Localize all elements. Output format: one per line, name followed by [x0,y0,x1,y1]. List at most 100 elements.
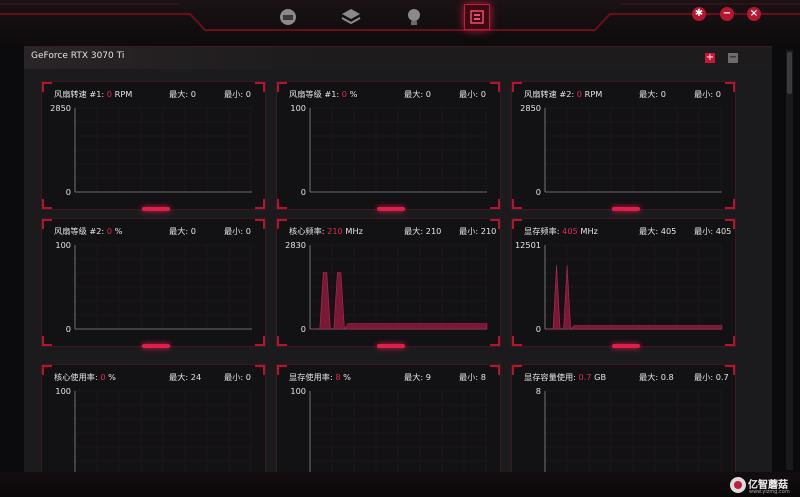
card-title: 风扇转速 #1: 0 RPM [54,88,132,100]
metric-unit: % [114,226,123,236]
y-axis-max: 100 [290,386,306,396]
metric-value: 0.7 [578,372,592,382]
metric-min: 最小: 405 [694,226,732,236]
card-title: 风扇转速 #2: 0 RPM [524,88,602,100]
settings-button[interactable]: ✱ [692,7,706,21]
dashboard-icon [280,9,296,25]
metric-chart: 2830 0 [285,240,488,334]
minus-icon: − [722,8,732,19]
metric-min: 最小: 210 [459,226,497,236]
y-axis-min: 0 [301,187,306,197]
plus-icon: + [705,52,715,63]
metric-unit: % [108,372,116,382]
close-button[interactable]: × [747,7,761,21]
metric-value: 0 [106,226,113,236]
minus-icon: − [728,52,738,63]
y-axis-max: 100 [55,240,71,250]
card-title: 风扇等级 #1: 0 % [289,88,357,100]
metric-series-area [546,265,723,330]
nav-lighting-button[interactable] [401,4,427,30]
metric-min: 最小: 0 [459,89,486,99]
top-bar [0,0,800,46]
metric-label: 显存容量使用: [524,372,576,382]
metric-label: 显存频率: [524,226,560,236]
add-button[interactable]: + [705,53,715,63]
monitor-card: 风扇转速 #1: 0 RPM 最大: 0 最小: 0 2850 0 [41,81,266,211]
nav-layers-button[interactable] [338,4,364,30]
minimize-button[interactable]: − [720,7,734,21]
monitor-card: 核心频率: 210 MHz 最大: 210 最小: 210 2830 0 [276,218,501,348]
metric-chart: 2850 0 [520,103,722,197]
y-axis-max: 2850 [50,103,71,113]
metric-min: 最小: 0 [224,372,251,382]
metric-unit: GB [594,372,607,382]
top-bar-frame [0,3,800,31]
y-axis-max: 2850 [520,103,541,113]
metric-max: 最大: 0 [404,89,431,99]
metric-max: 最大: 9 [404,372,431,382]
card-title: 显存容量使用: 0.7 GB [524,371,606,383]
y-axis-max: 100 [290,103,306,113]
y-axis-min: 0 [66,187,71,197]
metric-value: 0 [100,372,106,382]
metric-label: 核心使用率: [54,372,98,382]
metric-max: 最大: 0 [169,89,196,99]
metric-label: 核心频率: [289,226,325,236]
panel-title: GeForce RTX 3070 Ti [31,51,125,61]
y-axis-min: 0 [66,324,71,334]
metric-max: 最大: 0 [639,89,666,99]
metric-label: 风扇转速 #1: [54,89,105,99]
y-axis-min: 0 [301,324,306,334]
watermark-url: www.yizmg.com [749,489,790,495]
metric-unit: RPM [114,89,133,99]
card-title: 核心频率: 210 MHz [289,225,363,237]
y-axis-min: 0 [536,187,541,197]
metric-value: 0 [576,89,583,99]
metric-chart: 12501 0 [515,240,723,334]
metric-label: 风扇等级 #1: [289,89,340,99]
metric-label: 风扇等级 #2: [54,226,105,236]
metric-chart: 2850 0 [50,103,252,197]
metric-chart: 100 0 [55,240,252,334]
card-title: 显存频率: 405 MHz [524,225,598,237]
card-title: 显存使用率: 8 % [289,371,351,383]
scrollbar-track[interactable] [786,50,793,470]
info-panel-icon [470,10,484,24]
close-icon: × [749,8,759,19]
metric-min: 最小: 0 [224,89,251,99]
metric-unit: % [349,89,358,99]
card-title: 风扇等级 #2: 0 % [54,225,122,237]
monitor-card: 风扇转速 #2: 0 RPM 最大: 0 最小: 0 2850 0 [511,81,736,211]
scrollbar-thumb[interactable] [787,52,792,94]
nav-info-button[interactable] [464,4,490,30]
collapse-button[interactable]: − [728,53,738,63]
y-axis-max: 100 [55,386,71,396]
metric-min: 最小: 0.7 [694,372,729,382]
metric-value: 405 [562,226,578,236]
metric-min: 最小: 0 [224,226,251,236]
y-axis-max: 12501 [515,240,541,250]
bottom-bar [0,472,800,497]
monitor-card: 风扇等级 #2: 0 % 最大: 0 最小: 0 100 0 [41,218,266,348]
metric-label: 显存使用率: [289,372,333,382]
metric-unit: MHz [580,226,598,236]
y-axis-max: 8 [536,386,541,396]
nav-monitor-button[interactable] [275,4,301,30]
metric-max: 最大: 210 [404,226,442,236]
metric-chart: 100 0 [290,103,487,197]
metric-unit: MHz [345,226,363,236]
y-axis-max: 2830 [285,240,306,250]
metric-label: 风扇转速 #2: [524,89,575,99]
metric-max: 最大: 0.8 [639,372,674,382]
gear-icon: ✱ [694,8,704,19]
metric-max: 最大: 405 [639,226,677,236]
monitor-card: 风扇等级 #1: 0 % 最大: 0 最小: 0 100 0 [276,81,501,211]
y-axis-min: 0 [536,324,541,334]
metric-value: 210 [327,226,343,236]
lightbulb-icon [408,9,420,25]
metric-max: 最大: 0 [169,226,196,236]
card-title: 核心使用率: 0 % [54,371,116,383]
metric-min: 最小: 8 [459,372,486,382]
metric-min: 最小: 0 [694,89,721,99]
metric-value: 0 [106,89,113,99]
